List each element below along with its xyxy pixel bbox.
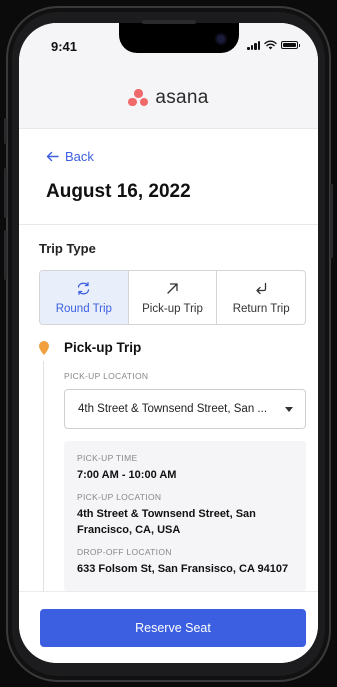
location-pin-icon [39,341,49,355]
page-title: August 16, 2022 [46,181,191,202]
return-arrow-icon [256,282,266,294]
summary-dropoff-label: DROP-OFF LOCATION [77,546,172,557]
side-button-volume-down [4,230,7,280]
front-camera-icon [217,35,225,43]
pickup-location-value: 4th Street & Townsend Street, San ... [78,403,268,415]
brand-header: asana [19,67,318,129]
timeline-line [43,361,44,601]
notch [119,23,239,53]
trip-summary-card: PICK-UP TIME 7:00 AM - 10:00 AM PICK-UP … [64,441,306,591]
trip-type-pickup-label: Pick-up Trip [142,302,203,315]
speaker-grille [142,20,196,24]
summary-time-value: 7:00 AM - 10:00 AM [77,469,177,481]
signal-icon [247,40,260,50]
trip-type-round[interactable]: Round Trip [40,271,129,324]
summary-dropoff-value: 633 Folsom St, San Fransisco, CA 94107 [77,562,289,575]
back-label: Back [65,149,94,164]
status-icons [247,40,300,50]
wifi-icon [264,40,277,50]
brand-name: asana [155,86,209,108]
side-button-volume-up [4,168,7,218]
trip-type-return-label: Return Trip [232,302,290,315]
summary-time-label: PICK-UP TIME [77,453,138,463]
divider [19,224,318,225]
back-button[interactable]: Back [46,149,94,164]
app-screen: 9:41 asana Back August 16, 2022 Trip Typ… [19,23,318,663]
arrow-up-right-icon [167,282,178,294]
trip-type-pickup[interactable]: Pick-up Trip [129,271,218,324]
chevron-down-icon [285,406,293,412]
battery-icon [281,41,300,49]
status-time: 9:41 [51,39,78,54]
arrow-left-icon [46,151,59,162]
pickup-trip-heading: Pick-up Trip [64,340,142,355]
summary-pickup-value: 4th Street & Townsend Street, San Franci… [77,507,256,536]
asana-logo-icon [128,89,149,106]
summary-pickup-label: PICK-UP LOCATION [77,491,162,502]
side-button-power [330,184,333,258]
trip-type-label: Trip Type [39,241,96,256]
side-button-mute [4,118,7,144]
round-trip-icon [78,281,90,295]
reserve-seat-button[interactable]: Reserve Seat [40,609,306,647]
trip-type-round-label: Round Trip [55,302,112,315]
pickup-location-label: PICK-UP LOCATION [64,371,149,381]
pickup-location-dropdown[interactable]: 4th Street & Townsend Street, San ... [64,389,306,429]
trip-type-return[interactable]: Return Trip [217,271,305,324]
trip-type-selector: Round Trip Pick-up Trip Return Trip [39,270,306,325]
